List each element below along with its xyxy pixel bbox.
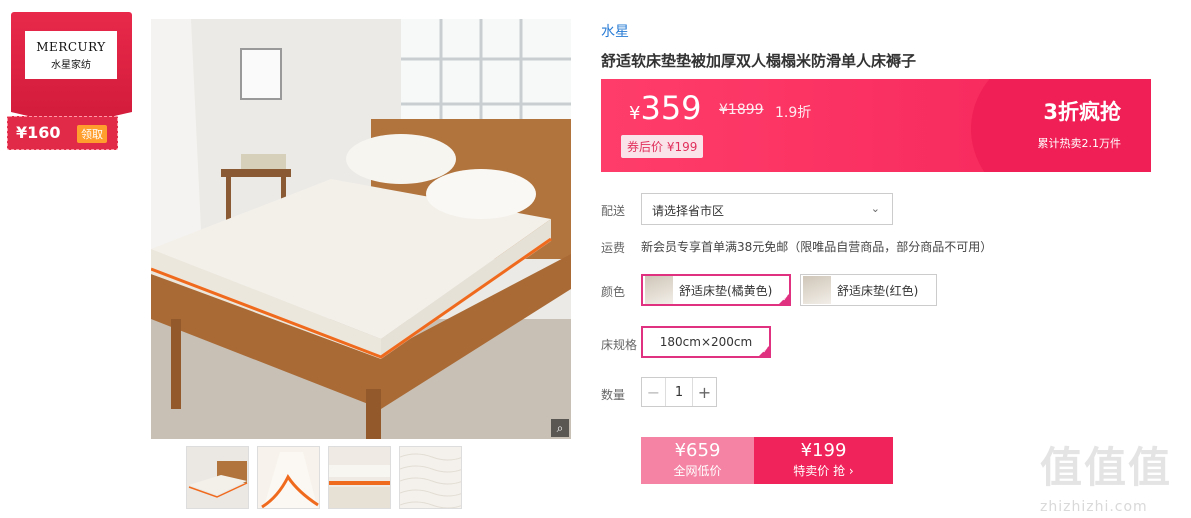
region-select-value: 请选择省市区 bbox=[652, 204, 725, 218]
chevron-down-icon: ⌄ bbox=[870, 202, 880, 215]
color-swatch-red bbox=[803, 276, 831, 304]
color-option-red[interactable]: 舒适床垫(红色) bbox=[800, 274, 937, 306]
brand-logo[interactable]: MERCURY 水星家纺 bbox=[25, 31, 117, 79]
market-price-button[interactable]: ¥659 全网低价 bbox=[641, 437, 754, 484]
current-price: ¥359 bbox=[629, 89, 702, 127]
currency-symbol: ¥ bbox=[629, 103, 641, 124]
sales-count: 累计热卖2.1万件 bbox=[1037, 137, 1122, 150]
bed-illustration bbox=[151, 19, 571, 439]
quantity-value[interactable]: 1 bbox=[666, 385, 692, 400]
after-coupon-price: 券后价 ¥199 bbox=[621, 135, 704, 158]
buy-now-caption: 特卖价 抢 › bbox=[793, 464, 854, 478]
color-option-label: 舒适床垫(红色) bbox=[837, 283, 919, 298]
shipping-label: 运费 bbox=[601, 241, 626, 255]
size-option-label: 180cm×200cm bbox=[659, 335, 753, 349]
market-price-caption: 全网低价 bbox=[673, 464, 722, 478]
quantity-stepper: − 1 + bbox=[641, 377, 717, 407]
thumbnail-3-image bbox=[329, 447, 390, 508]
thumbnail-4-image bbox=[400, 447, 461, 508]
size-option-180x200[interactable]: 180cm×200cm bbox=[641, 326, 771, 358]
brand-link[interactable]: 水星 bbox=[601, 21, 629, 41]
check-icon bbox=[757, 344, 771, 358]
thumbnail-4[interactable] bbox=[399, 446, 462, 509]
sale-price: ¥199 bbox=[800, 440, 847, 461]
increase-quantity-button[interactable]: + bbox=[692, 378, 716, 406]
decrease-quantity-button[interactable]: − bbox=[642, 378, 666, 406]
thumbnail-1-image bbox=[187, 447, 248, 508]
color-option-label: 舒适床垫(橘黄色) bbox=[679, 283, 773, 298]
delivery-label: 配送 bbox=[601, 204, 626, 218]
product-title: 舒适软床垫垫被加厚双人榻榻米防滑单人床褥子 bbox=[601, 52, 917, 70]
buy-bar: ¥659 全网低价 ¥199 特卖价 抢 › bbox=[641, 437, 893, 484]
coupon-amount: ¥160 bbox=[16, 123, 61, 142]
store-coupon[interactable]: ¥160 领取 bbox=[7, 116, 118, 150]
color-label: 颜色 bbox=[601, 285, 626, 299]
size-label: 床规格 bbox=[601, 338, 638, 352]
brand-logo-cn: 水星家纺 bbox=[51, 59, 91, 71]
price-value: 359 bbox=[640, 89, 702, 127]
buy-now-button[interactable]: ¥199 特卖价 抢 › bbox=[754, 437, 893, 484]
promo-title: 3折疯抢 bbox=[1043, 100, 1121, 124]
price-banner: ¥359 ¥1899 1.9折 券后价 ¥199 3折疯抢 累计热卖2.1万件 bbox=[601, 79, 1151, 172]
original-price: ¥1899 bbox=[719, 102, 764, 118]
zoom-icon[interactable]: ⌕ bbox=[551, 419, 569, 437]
thumbnail-2[interactable] bbox=[257, 446, 320, 509]
thumbnail-3[interactable] bbox=[328, 446, 391, 509]
claim-coupon-button[interactable]: 领取 bbox=[77, 125, 107, 143]
quantity-label: 数量 bbox=[601, 388, 626, 402]
check-icon bbox=[777, 292, 791, 306]
discount-rate: 1.9折 bbox=[775, 105, 812, 121]
thumbnail-1[interactable] bbox=[186, 446, 249, 509]
brand-logo-en: MERCURY bbox=[36, 39, 106, 54]
region-select[interactable]: 请选择省市区 ⌄ bbox=[641, 193, 893, 225]
shipping-info: 新会员专享首单满38元免邮（限唯品自营商品，部分商品不可用） bbox=[641, 240, 993, 254]
color-option-orange[interactable]: 舒适床垫(橘黄色) bbox=[641, 274, 791, 306]
color-swatch-orange bbox=[645, 276, 673, 304]
product-main-image[interactable]: ⌕ bbox=[151, 19, 571, 439]
market-price: ¥659 bbox=[674, 440, 721, 461]
watermark-url: zhizhizhi.com bbox=[1040, 499, 1148, 515]
thumbnail-2-image bbox=[258, 447, 319, 508]
site-watermark: 值值值 zhizhizhi.com bbox=[1040, 434, 1180, 515]
watermark-logo: 值值值 bbox=[1040, 443, 1173, 492]
